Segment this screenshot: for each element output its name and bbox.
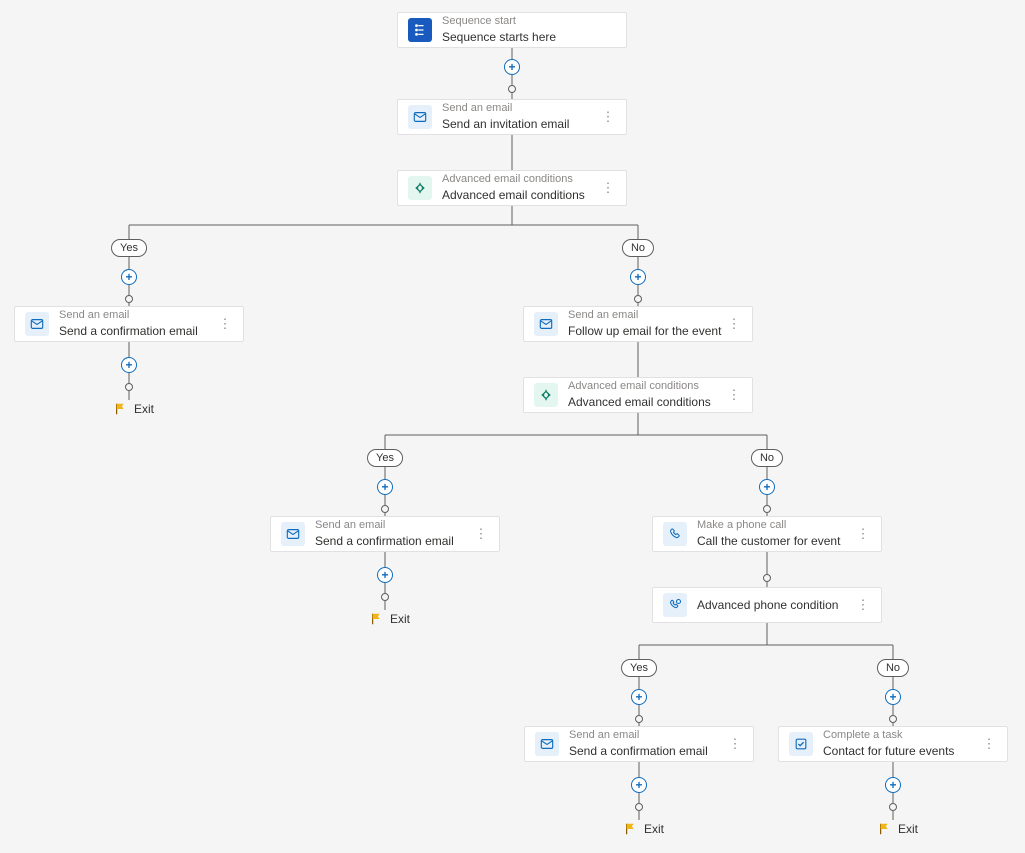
node-subtitle: Send an email bbox=[568, 309, 726, 323]
condition-icon bbox=[534, 383, 558, 407]
node-menu-button[interactable]: ⋮ bbox=[727, 736, 743, 752]
add-step-button[interactable]: + bbox=[885, 777, 901, 793]
add-step-button[interactable]: + bbox=[377, 567, 393, 583]
node-title: Call the customer for event bbox=[697, 534, 855, 549]
sequence-canvas: Sequence start Sequence starts here + Se… bbox=[0, 0, 1025, 853]
email-icon bbox=[25, 312, 49, 336]
node-menu-button[interactable]: ⋮ bbox=[981, 736, 997, 752]
node-menu-button[interactable]: ⋮ bbox=[217, 316, 233, 332]
exit-label: Exit bbox=[898, 822, 918, 836]
node-subtitle: Send an email bbox=[442, 102, 600, 116]
drop-target[interactable] bbox=[125, 383, 133, 391]
node-menu-button[interactable]: ⋮ bbox=[473, 526, 489, 542]
flag-icon bbox=[370, 612, 384, 626]
node-send-confirmation-email-c[interactable]: Send an email Send a confirmation email … bbox=[524, 726, 754, 762]
flag-icon bbox=[624, 822, 638, 836]
exit-label: Exit bbox=[644, 822, 664, 836]
exit-label: Exit bbox=[134, 402, 154, 416]
node-send-invitation-email[interactable]: Send an email Send an invitation email ⋮ bbox=[397, 99, 627, 135]
add-step-button[interactable]: + bbox=[759, 479, 775, 495]
node-menu-button[interactable]: ⋮ bbox=[855, 526, 871, 542]
email-icon bbox=[408, 105, 432, 129]
drop-target[interactable] bbox=[634, 295, 642, 303]
branch-no-pill[interactable]: No bbox=[622, 239, 654, 257]
node-followup-email[interactable]: Send an email Follow up email for the ev… bbox=[523, 306, 753, 342]
node-call-customer[interactable]: Make a phone call Call the customer for … bbox=[652, 516, 882, 552]
node-title: Contact for future events bbox=[823, 744, 981, 759]
node-advanced-email-conditions-1[interactable]: Advanced email conditions Advanced email… bbox=[397, 170, 627, 206]
node-title: Send a confirmation email bbox=[569, 744, 727, 759]
branch-no-pill[interactable]: No bbox=[877, 659, 909, 677]
sequence-start-icon bbox=[408, 18, 432, 42]
node-subtitle: Send an email bbox=[59, 309, 217, 323]
add-step-button[interactable]: + bbox=[885, 689, 901, 705]
add-step-button[interactable]: + bbox=[377, 479, 393, 495]
node-subtitle: Complete a task bbox=[823, 729, 981, 743]
node-title: Follow up email for the event bbox=[568, 324, 726, 339]
node-sequence-start[interactable]: Sequence start Sequence starts here bbox=[397, 12, 627, 48]
node-menu-button[interactable]: ⋮ bbox=[726, 387, 742, 403]
condition-icon bbox=[408, 176, 432, 200]
branch-yes-pill[interactable]: Yes bbox=[621, 659, 657, 677]
branch-no-pill[interactable]: No bbox=[751, 449, 783, 467]
phone-icon bbox=[663, 522, 687, 546]
exit-node: Exit bbox=[370, 612, 410, 626]
add-step-button[interactable]: + bbox=[504, 59, 520, 75]
drop-target[interactable] bbox=[763, 505, 771, 513]
node-menu-button[interactable]: ⋮ bbox=[726, 316, 742, 332]
email-icon bbox=[534, 312, 558, 336]
task-icon bbox=[789, 732, 813, 756]
branch-yes-pill[interactable]: Yes bbox=[111, 239, 147, 257]
phone-condition-icon bbox=[663, 593, 687, 617]
node-menu-button[interactable]: ⋮ bbox=[855, 597, 871, 613]
branch-yes-pill[interactable]: Yes bbox=[367, 449, 403, 467]
drop-target[interactable] bbox=[635, 715, 643, 723]
node-subtitle: Send an email bbox=[315, 519, 473, 533]
node-contact-future-events[interactable]: Complete a task Contact for future event… bbox=[778, 726, 1008, 762]
drop-target[interactable] bbox=[125, 295, 133, 303]
drop-target[interactable] bbox=[889, 803, 897, 811]
email-icon bbox=[535, 732, 559, 756]
drop-target[interactable] bbox=[381, 505, 389, 513]
node-subtitle: Sequence start bbox=[442, 15, 616, 29]
drop-target[interactable] bbox=[508, 85, 516, 93]
drop-target[interactable] bbox=[381, 593, 389, 601]
node-subtitle: Advanced email conditions bbox=[442, 173, 600, 187]
add-step-button[interactable]: + bbox=[631, 777, 647, 793]
node-menu-button[interactable]: ⋮ bbox=[600, 180, 616, 196]
node-title: Sequence starts here bbox=[442, 30, 616, 45]
exit-node: Exit bbox=[114, 402, 154, 416]
node-title: Send a confirmation email bbox=[59, 324, 217, 339]
node-send-confirmation-email-b[interactable]: Send an email Send a confirmation email … bbox=[270, 516, 500, 552]
node-subtitle: Make a phone call bbox=[697, 519, 855, 533]
node-advanced-email-conditions-2[interactable]: Advanced email conditions Advanced email… bbox=[523, 377, 753, 413]
node-title: Advanced email conditions bbox=[568, 395, 726, 410]
flag-icon bbox=[878, 822, 892, 836]
node-send-confirmation-email-a[interactable]: Send an email Send a confirmation email … bbox=[14, 306, 244, 342]
drop-target[interactable] bbox=[763, 574, 771, 582]
email-icon bbox=[281, 522, 305, 546]
node-title: Advanced email conditions bbox=[442, 188, 600, 203]
drop-target[interactable] bbox=[635, 803, 643, 811]
exit-label: Exit bbox=[390, 612, 410, 626]
node-title: Send an invitation email bbox=[442, 117, 600, 132]
add-step-button[interactable]: + bbox=[121, 269, 137, 285]
flag-icon bbox=[114, 402, 128, 416]
node-subtitle: Send an email bbox=[569, 729, 727, 743]
add-step-button[interactable]: + bbox=[121, 357, 137, 373]
drop-target[interactable] bbox=[889, 715, 897, 723]
node-advanced-phone-condition[interactable]: Advanced phone condition ⋮ bbox=[652, 587, 882, 623]
node-title: Advanced phone condition bbox=[697, 598, 855, 613]
exit-node: Exit bbox=[878, 822, 918, 836]
node-title: Send a confirmation email bbox=[315, 534, 473, 549]
exit-node: Exit bbox=[624, 822, 664, 836]
node-menu-button[interactable]: ⋮ bbox=[600, 109, 616, 125]
node-subtitle: Advanced email conditions bbox=[568, 380, 726, 394]
add-step-button[interactable]: + bbox=[631, 689, 647, 705]
add-step-button[interactable]: + bbox=[630, 269, 646, 285]
